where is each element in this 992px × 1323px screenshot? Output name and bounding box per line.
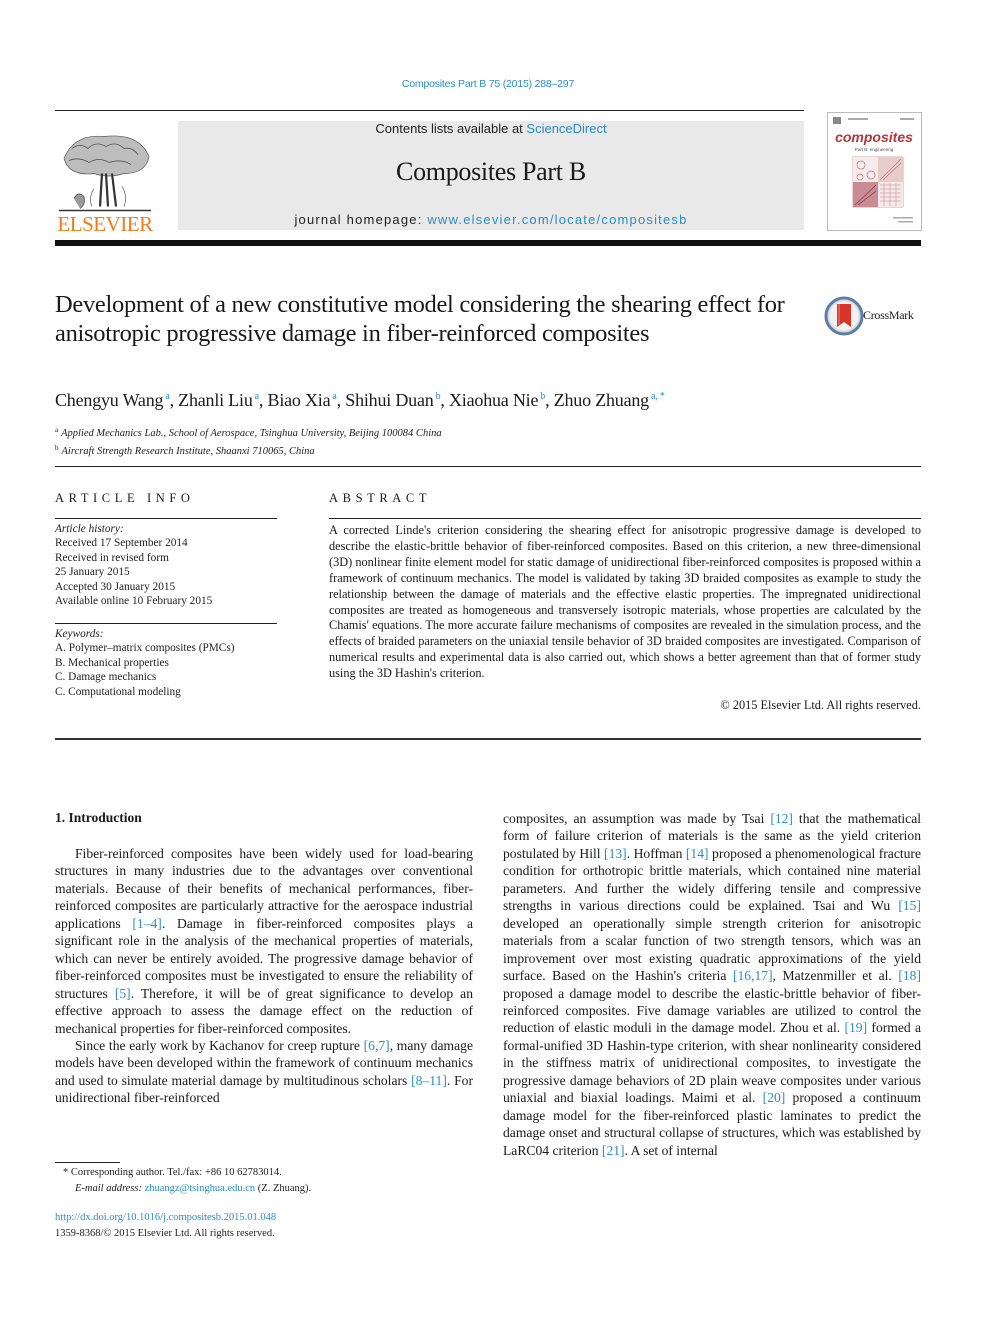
section-rule — [55, 466, 921, 467]
citation-link[interactable]: [13] — [604, 846, 627, 861]
paragraph-text: . Hoffman — [626, 845, 686, 861]
citation-link[interactable]: [1–4] — [132, 916, 161, 931]
author[interactable]: Biao Xia — [268, 390, 331, 410]
body-column-right: composites, an assumption was made by Ts… — [503, 810, 921, 1159]
elsevier-wordmark: ELSEVIER — [57, 212, 153, 236]
keyword-item: C. Computational modeling — [55, 685, 181, 698]
citation-link[interactable]: [8–11] — [411, 1073, 447, 1088]
citation-link[interactable]: [18] — [898, 968, 921, 983]
affiliations: a Applied Mechanics Lab., School of Aeros… — [55, 423, 442, 459]
article-info-heading: ARTICLE INFO — [55, 491, 195, 505]
history-item: 25 January 2015 — [55, 566, 130, 579]
abstract-heading: ABSTRACT — [329, 491, 432, 505]
keyword-item: B. Mechanical properties — [55, 656, 169, 669]
keyword-item: A. Polymer–matrix composites (PMCs) — [55, 642, 235, 655]
keywords-label: Keywords: — [55, 628, 104, 640]
author[interactable]: Xiaohua Nie — [449, 390, 538, 410]
corresponding-author-note: * Corresponding author. Tel./fax: +86 10… — [63, 1167, 282, 1178]
cover-subtitle: Part B: engineering — [855, 147, 894, 152]
affiliation-mark[interactable]: a — [165, 391, 169, 402]
journal-homepage: journal homepage: www.elsevier.com/locat… — [178, 212, 804, 227]
affiliation-mark[interactable]: b — [540, 391, 545, 402]
keywords: Keywords: A. Polymer–matrix composites (… — [55, 627, 295, 699]
header-thick-rule — [55, 240, 921, 246]
citation-link[interactable]: [6,7] — [364, 1038, 390, 1053]
email-link[interactable]: zhuangz@tsinghua.edu.cn — [145, 1183, 256, 1194]
history-item: Accepted 30 January 2015 — [55, 580, 176, 593]
affiliation-text: Aircraft Strength Research Institute, Sh… — [61, 446, 315, 457]
citation-link[interactable]: [19] — [844, 1020, 867, 1035]
section-heading-introduction: 1. Introduction — [55, 810, 142, 825]
citation-link[interactable]: [20] — [763, 1090, 786, 1105]
footnotes: * Corresponding author. Tel./fax: +86 10… — [55, 1165, 311, 1196]
article-history: Article history: Received 17 September 2… — [55, 522, 285, 608]
author[interactable]: Zhanli Liu — [178, 390, 253, 410]
citation-link[interactable]: [14] — [686, 846, 709, 861]
affiliation-mark[interactable]: a — [255, 391, 259, 402]
footnote-rule — [55, 1162, 120, 1163]
crossmark-badge-icon[interactable] — [824, 296, 864, 336]
doi-block: http://dx.doi.org/10.1016/j.compositesb.… — [55, 1210, 276, 1241]
citation-link[interactable]: [5] — [115, 986, 131, 1001]
affiliation-text: Applied Mechanics Lab., School of Aerosp… — [61, 428, 442, 439]
article-title: Development of a new constitutive model … — [55, 291, 785, 347]
contents-availability: Contents lists available at ScienceDirec… — [178, 121, 804, 136]
paragraph-text: . A set of internal — [624, 1142, 718, 1158]
homepage-prefix: journal homepage: — [294, 212, 428, 227]
header-rule — [55, 110, 804, 111]
article-info-rule — [55, 518, 277, 519]
history-label: Article history: — [55, 523, 124, 535]
history-item: Received 17 September 2014 — [55, 537, 188, 550]
paragraph-text: composites, an assumption was made by Ts… — [503, 811, 771, 826]
body-column-left: Fiber-reinforced composites have been wi… — [55, 845, 473, 1107]
journal-title: Composites Part B — [396, 157, 586, 186]
journal-cover-image: composites Part B: engineering — [833, 117, 914, 223]
sciencedirect-link[interactable]: ScienceDirect — [526, 121, 606, 136]
author[interactable]: Shihui Duan — [345, 390, 434, 410]
issn-copyright: 1359-8368/© 2015 Elsevier Ltd. All right… — [55, 1227, 275, 1239]
affiliation: a Applied Mechanics Lab., School of Aeros… — [55, 423, 442, 441]
abstract-bottom-rule — [55, 738, 921, 740]
citation-link[interactable]: [16,17] — [733, 968, 773, 983]
abstract-text: A corrected Linde's criterion considerin… — [329, 523, 921, 681]
paragraph-text: Since the early work by Kachanov for cre… — [75, 1037, 364, 1053]
author[interactable]: Chengyu Wang — [55, 390, 164, 410]
homepage-link[interactable]: www.elsevier.com/locate/compositesb — [427, 212, 687, 227]
email-label: E-mail address: — [75, 1182, 145, 1194]
affiliation-letter: a — [55, 426, 59, 434]
history-item: Available online 10 February 2015 — [55, 595, 213, 608]
contents-prefix: Contents lists available at — [375, 121, 527, 136]
author-list: Chengyu Wang a, Zhanli Liu a, Biao Xia a, S… — [55, 390, 665, 410]
cover-title: composites — [835, 129, 913, 145]
paragraph: Since the early work by Kachanov for cre… — [55, 1037, 473, 1107]
affiliation: b Aircraft Strength Research Institute, S… — [55, 441, 442, 459]
history-item: Received in revised form — [55, 551, 169, 564]
citation-link[interactable]: [15] — [898, 898, 921, 913]
abstract-copyright: © 2015 Elsevier Ltd. All rights reserved… — [720, 698, 921, 712]
journal-reference-link[interactable]: Composites Part B 75 (2015) 288–297 — [0, 78, 976, 90]
keywords-rule — [55, 623, 277, 624]
affiliation-letter: b — [55, 444, 59, 452]
paragraph: Fiber-reinforced composites have been wi… — [55, 845, 473, 1037]
crossmark-label[interactable]: CrossMark — [863, 308, 914, 323]
journal-cover-thumbnail[interactable]: composites Part B: engineering — [827, 112, 922, 231]
email-suffix: (Z. Zhuang). — [255, 1182, 312, 1194]
affiliation-mark[interactable]: a, * — [651, 391, 665, 402]
paragraph: composites, an assumption was made by Ts… — [503, 810, 921, 1159]
abstract-rule — [329, 518, 921, 519]
keyword-item: C. Damage mechanics — [55, 671, 157, 684]
author[interactable]: Zhuo Zhuang — [554, 390, 649, 410]
affiliation-mark[interactable]: a — [332, 391, 336, 402]
paragraph-text: , Matzenmiller et al. — [772, 968, 899, 984]
email-note: E-mail address: zhuangz@tsinghua.edu.cn … — [55, 1181, 311, 1197]
doi-link[interactable]: http://dx.doi.org/10.1016/j.compositesb.… — [55, 1212, 276, 1223]
journal-banner: Contents lists available at ScienceDirec… — [178, 121, 804, 230]
citation-link[interactable]: [12] — [770, 811, 793, 826]
affiliation-mark[interactable]: b — [436, 391, 441, 402]
citation-link[interactable]: [21] — [602, 1143, 625, 1158]
